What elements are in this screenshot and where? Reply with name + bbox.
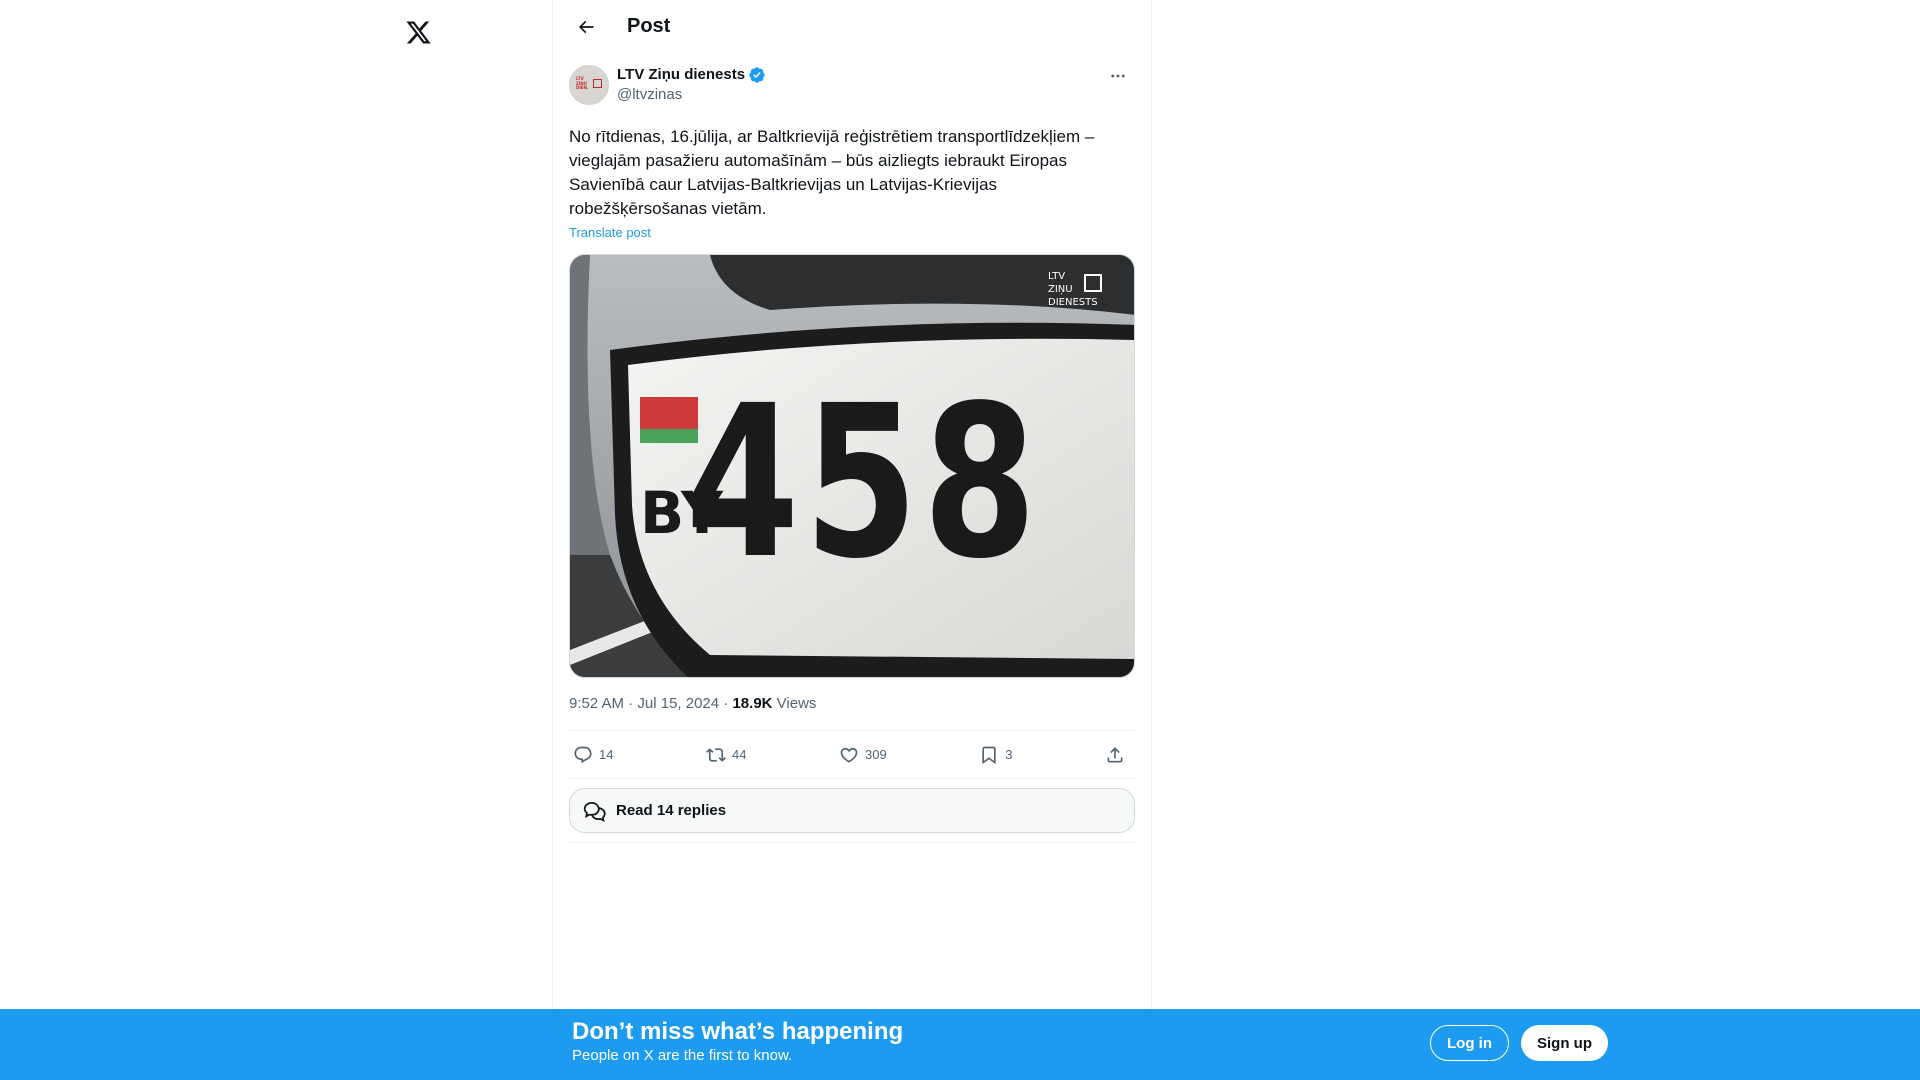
action-bar: 14 44 309 3 — [569, 731, 1135, 779]
back-arrow-icon[interactable] — [569, 10, 603, 44]
verified-badge-icon — [749, 67, 765, 83]
header-bar: Post — [553, 0, 1151, 53]
x-logo-icon[interactable] — [398, 12, 438, 52]
post-bottom: Read 14 replies — [569, 788, 1135, 843]
post-date[interactable]: Jul 15, 2024 — [637, 695, 719, 712]
banner-title: Don’t miss what’s happening — [572, 1018, 904, 1045]
translate-post-link[interactable]: Translate post — [569, 224, 651, 242]
left-column — [390, 0, 552, 1010]
views-label: Views — [776, 695, 817, 712]
post-time[interactable]: 9:52 AM — [569, 695, 624, 712]
ltv-logo-icon: LTV ZIŅU DIEN. — [576, 76, 602, 94]
main-column: Post LTV ZIŅU DIEN. LTV Ziņu dienests @ltv… — [552, 0, 1152, 1010]
banner-subtitle: People on X are the first to know. — [572, 1047, 793, 1064]
avatar[interactable]: LTV ZIŅU DIEN. — [569, 65, 609, 105]
post-image[interactable]: BY 458 LTV ZIŅU DIENESTS — [569, 254, 1135, 678]
reply-count: 14 — [599, 747, 614, 762]
bookmark-count: 3 — [1005, 747, 1013, 762]
chat-bubbles-icon — [583, 801, 606, 822]
author-handle[interactable]: @ltvzinas — [617, 85, 1101, 105]
post-header: LTV ZIŅU DIEN. LTV Ziņu dienests @ltvzinas — [569, 65, 1135, 113]
share-button[interactable] — [1105, 745, 1131, 765]
page-title: Post — [627, 15, 671, 37]
read-replies-label: Read 14 replies — [616, 802, 727, 819]
post-meta: 9:52 AM · Jul 15, 2024 · 18.9K Views — [569, 694, 1135, 731]
like-count: 309 — [865, 747, 887, 762]
repost-count: 44 — [732, 747, 747, 762]
svg-text:ZIŅU: ZIŅU — [1048, 284, 1073, 295]
bookmark-icon — [982, 746, 996, 764]
repost-button[interactable]: 44 — [706, 745, 746, 765]
license-plate-photo: BY 458 LTV ZIŅU DIENESTS — [570, 255, 1134, 677]
signup-banner: Don’t miss what’s happening People on X … — [0, 1009, 1920, 1080]
plate-number-text: 458 — [685, 361, 1041, 605]
repost-icon — [706, 747, 726, 762]
author-name[interactable]: LTV Ziņu dienests — [617, 65, 745, 85]
reply-button[interactable]: 14 — [573, 745, 613, 765]
views-count: 18.9K — [732, 695, 773, 712]
banner-buttons: Log in Sign up — [1430, 1025, 1608, 1061]
post-article: LTV ZIŅU DIEN. LTV Ziņu dienests @ltvzinas… — [553, 53, 1151, 843]
signup-button[interactable]: Sign up — [1521, 1025, 1608, 1061]
like-button[interactable]: 309 — [839, 745, 887, 765]
post-text: No rītdienas, 16.jūlija, ar Baltkrievijā… — [569, 127, 1095, 218]
share-icon — [1107, 746, 1123, 762]
user-block: LTV Ziņu dienests @ltvzinas — [617, 65, 1101, 105]
reply-icon — [574, 746, 592, 763]
more-options-icon[interactable] — [1101, 59, 1135, 93]
login-button[interactable]: Log in — [1430, 1025, 1509, 1061]
svg-text:DIENESTS: DIENESTS — [1048, 297, 1098, 308]
read-replies-button[interactable]: Read 14 replies — [569, 788, 1135, 833]
svg-text:LTV: LTV — [1048, 271, 1065, 282]
bookmark-button[interactable]: 3 — [979, 745, 1012, 765]
heart-icon — [840, 747, 858, 763]
banner-text: Don’t miss what’s happening People on X … — [572, 1018, 903, 1066]
